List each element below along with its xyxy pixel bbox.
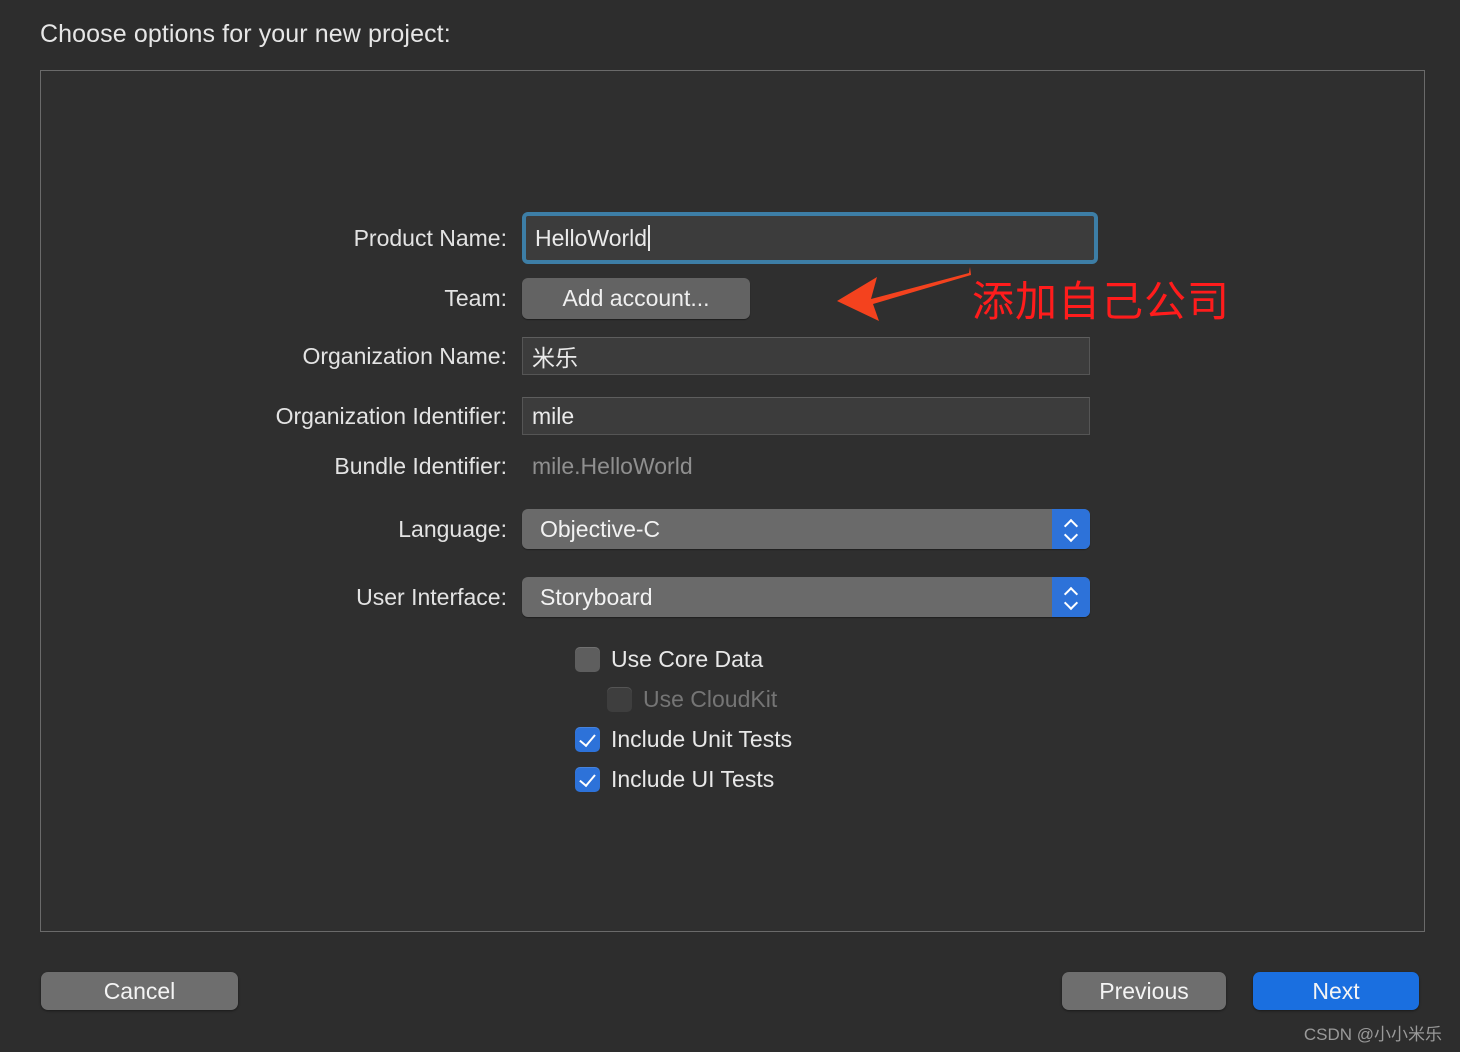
checkbox-row-include-unit-tests[interactable]: Include Unit Tests	[575, 726, 792, 753]
organization-identifier-field-area: mile	[522, 397, 1090, 435]
annotation-label: 添加自己公司	[972, 277, 1231, 326]
product-name-field-area: HelloWorld	[522, 212, 1098, 264]
include-unit-tests-label: Include Unit Tests	[611, 726, 793, 752]
checkbox-row-use-cloudkit: Use CloudKit	[607, 686, 777, 713]
organization-name-field-area: 米乐	[522, 337, 1090, 375]
team-field-area: Add account...	[522, 278, 750, 319]
use-core-data-checkbox[interactable]	[575, 647, 600, 672]
language-value: Objective-C	[540, 515, 661, 542]
chevron-up-down-icon[interactable]	[1052, 577, 1090, 617]
cancel-button[interactable]: Cancel	[41, 972, 238, 1010]
product-name-focus-ring: HelloWorld	[522, 212, 1098, 264]
user-interface-label: User Interface:	[356, 583, 507, 610]
team-label: Team:	[444, 285, 507, 311]
left-arrow-icon	[837, 267, 971, 321]
include-unit-tests-checkbox[interactable]	[575, 727, 600, 752]
checkbox-row-include-ui-tests[interactable]: Include UI Tests	[575, 766, 774, 793]
user-interface-value: Storyboard	[540, 583, 653, 610]
chevron-up-down-icon[interactable]	[1052, 509, 1090, 549]
form-row-organization-name: Organization Name: 米乐	[0, 337, 1090, 375]
watermark: CSDN @小小米乐	[1303, 1025, 1442, 1044]
form-row-organization-identifier: Organization Identifier: mile	[0, 397, 1090, 435]
chevron-up-icon	[1065, 588, 1078, 596]
bundle-identifier-field-area: mile.HelloWorld	[522, 453, 693, 480]
product-name-input[interactable]: HelloWorld	[526, 216, 1094, 260]
form-row-team: Team: Add account...	[0, 278, 750, 319]
chevron-up-icon	[1065, 520, 1078, 528]
bundle-identifier-value: mile.HelloWorld	[532, 453, 693, 479]
language-field-area: Objective-C	[522, 509, 1090, 549]
organization-name-label: Organization Name:	[302, 342, 507, 369]
product-name-label: Product Name:	[353, 224, 507, 251]
form-row-bundle-identifier: Bundle Identifier: mile.HelloWorld	[0, 453, 693, 480]
include-ui-tests-label: Include UI Tests	[611, 766, 775, 792]
form-row-product-name: Product Name: HelloWorld	[0, 212, 1098, 264]
next-button[interactable]: Next	[1253, 972, 1419, 1010]
include-ui-tests-checkbox[interactable]	[575, 767, 600, 792]
use-core-data-label: Use Core Data	[611, 646, 764, 672]
product-name-value: HelloWorld	[535, 224, 648, 251]
form-row-user-interface: User Interface: Storyboard	[0, 577, 1090, 617]
organization-identifier-value: mile	[532, 402, 575, 429]
organization-identifier-label: Organization Identifier:	[275, 402, 507, 429]
form-row-language: Language: Objective-C	[0, 509, 1090, 549]
bundle-identifier-label: Bundle Identifier:	[334, 453, 507, 479]
checkbox-row-use-core-data[interactable]: Use Core Data	[575, 646, 763, 673]
text-caret	[648, 225, 651, 251]
language-label: Language:	[398, 515, 507, 542]
chevron-down-icon	[1065, 531, 1078, 539]
chevron-down-icon	[1065, 599, 1078, 607]
new-project-options-dialog: Choose options for your new project: Pro…	[0, 0, 1460, 1052]
options-panel	[40, 70, 1425, 932]
user-interface-select[interactable]: Storyboard	[522, 577, 1090, 617]
organization-name-input[interactable]: 米乐	[522, 337, 1090, 375]
organization-name-value: 米乐	[532, 345, 578, 371]
use-cloudkit-label: Use CloudKit	[643, 686, 778, 712]
user-interface-field-area: Storyboard	[522, 577, 1090, 617]
page-title: Choose options for your new project:	[40, 20, 451, 48]
use-cloudkit-checkbox	[607, 687, 632, 712]
add-account-button[interactable]: Add account...	[522, 278, 750, 319]
language-select[interactable]: Objective-C	[522, 509, 1090, 549]
previous-button[interactable]: Previous	[1062, 972, 1226, 1010]
organization-identifier-input[interactable]: mile	[522, 397, 1090, 435]
